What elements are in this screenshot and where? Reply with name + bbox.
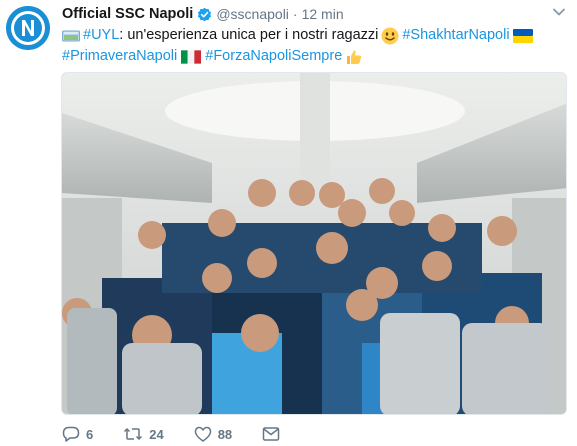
tweet-actions: 6 24 88 [62,424,316,444]
like-count: 88 [217,426,233,442]
like-icon [194,426,211,442]
hashtag-primaveranapoli[interactable]: #PrimaveraNapoli [62,46,177,67]
tweet-text-line-2: #PrimaveraNapoli #ForzaNapoliSempre [62,46,567,67]
tweet-sentence: : un'esperienza unica per i nostri ragaz… [119,27,379,43]
timestamp[interactable]: 12 min [302,6,344,22]
like-button[interactable]: 88 [194,426,232,442]
italy-flag-icon [181,49,202,64]
account-handle[interactable]: @sscnapoli [216,6,289,22]
verified-badge-icon [198,7,212,21]
team-photo-image [62,73,566,414]
tweet: Official SSC Napoli @sscnapoli · 12 min … [0,0,577,446]
hashtag-forzanapolisempre[interactable]: #ForzaNapoliSempre [205,46,342,67]
stadium-emoji-icon [62,30,80,41]
reply-button[interactable]: 6 [62,426,93,442]
retweet-count: 24 [149,426,164,442]
tweet-text: #UYL : un'esperienza unica per i nostri … [62,25,567,67]
hashtag-shakhtarnapoli[interactable]: #ShakhtarNapoli [402,25,509,46]
tweet-photo[interactable] [61,72,567,415]
retweet-button[interactable]: 24 [123,426,164,442]
reply-count: 6 [86,426,94,442]
reply-icon [62,426,80,442]
dm-icon [262,427,280,441]
direct-message-button[interactable] [262,426,286,442]
separator: · [292,6,298,22]
retweet-icon [124,427,143,441]
avatar[interactable] [6,6,50,50]
tweet-header: Official SSC Napoli @sscnapoli · 12 min [62,4,344,24]
napoli-logo [6,6,50,50]
ukraine-flag-icon [512,28,533,43]
account-name[interactable]: Official SSC Napoli [62,6,193,22]
smiling-face-emoji-icon [381,27,399,44]
hashtag-uyl[interactable]: #UYL [83,25,119,46]
thumbs-up-emoji-icon [347,49,362,64]
tweet-text-line-1: #UYL : un'esperienza unica per i nostri … [62,25,567,46]
caret-down-icon[interactable] [551,4,567,20]
